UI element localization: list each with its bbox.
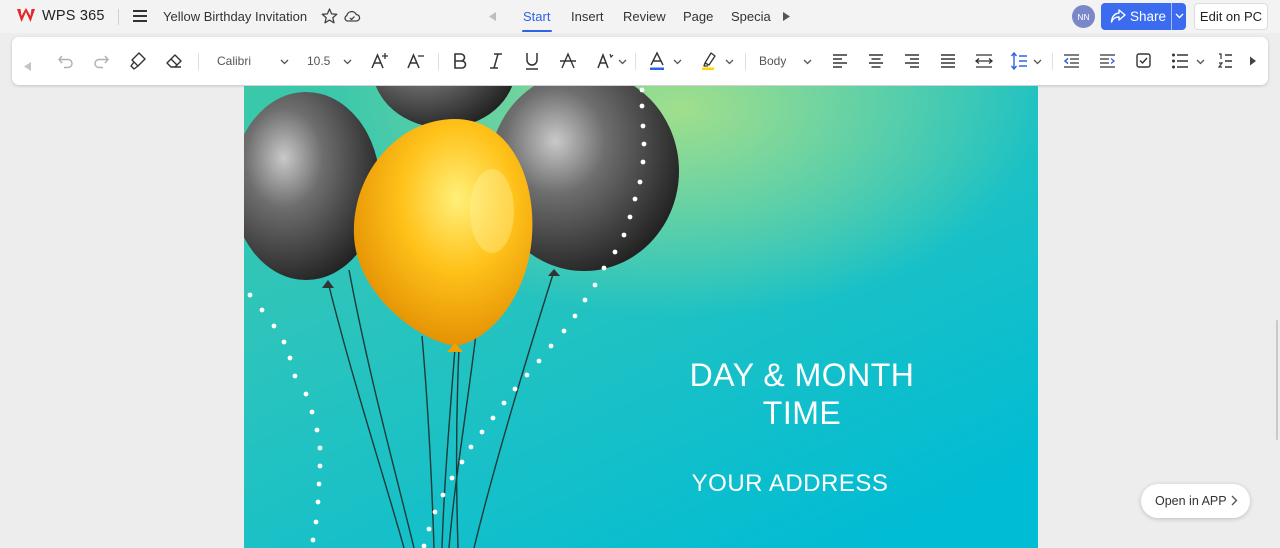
time-text: TIME [762,395,842,431]
open-in-app-button[interactable]: Open in APP [1141,484,1250,518]
share-dropdown[interactable] [1171,3,1186,30]
bullet-list-icon[interactable] [1171,51,1189,71]
avatar[interactable]: NN [1072,5,1095,28]
star-icon[interactable] [321,8,338,24]
numbered-list-icon[interactable] [1218,51,1232,71]
toolbar-scroll-right-icon[interactable] [1249,51,1257,71]
scroll-left-icon[interactable] [489,12,497,21]
tab-insert[interactable]: Insert [571,9,604,24]
align-center-icon[interactable] [868,51,884,71]
divider [1052,53,1053,70]
date-text: DAY & MONTH [689,357,915,393]
cloud-sync-icon[interactable] [343,8,361,24]
italic-icon[interactable] [488,51,504,71]
chevron-down-icon[interactable] [343,59,352,65]
text-effect-icon[interactable] [596,51,614,71]
chevron-down-icon[interactable] [673,59,682,65]
chevron-down-icon[interactable] [1196,59,1205,65]
share-icon [1110,9,1126,23]
format-painter-icon[interactable] [129,51,147,71]
chevron-down-icon[interactable] [1033,59,1042,65]
chevron-down-icon[interactable] [280,59,289,65]
underline-icon[interactable] [524,51,540,71]
divider [198,53,199,70]
align-left-icon[interactable] [832,51,848,71]
font-name-select[interactable]: Calibri [217,54,251,68]
justify-icon[interactable] [940,51,956,71]
app-logo[interactable]: WPS 365 [16,7,105,24]
distributed-icon[interactable] [975,51,993,71]
align-right-icon[interactable] [904,51,920,71]
redo-icon[interactable] [92,51,110,71]
invitation-date-time[interactable]: DAY & MONTH TIME [664,356,940,432]
bold-icon[interactable] [452,51,468,71]
menu-icon[interactable] [133,10,147,22]
tab-special[interactable]: Specia [731,9,771,24]
tab-page[interactable]: Page [683,9,713,24]
strikethrough-icon[interactable] [559,51,577,71]
eraser-icon[interactable] [165,51,183,71]
app-name: WPS 365 [42,7,105,24]
share-label: Share [1130,9,1167,24]
chevron-down-icon [1175,13,1184,19]
paragraph-style-select[interactable]: Body [759,54,786,68]
document-page[interactable]: DAY & MONTH TIME YOUR ADDRESS [244,86,1038,548]
decrease-font-icon[interactable] [406,51,426,71]
font-size-select[interactable]: 10.5 [307,54,330,68]
edit-on-pc-button[interactable]: Edit on PC [1194,3,1268,30]
scrollbar[interactable] [1276,320,1278,440]
increase-font-icon[interactable] [370,51,390,71]
undo-icon[interactable] [57,51,75,71]
open-in-app-label: Open in APP [1155,494,1227,508]
wps-logo-icon [17,8,35,22]
line-spacing-icon[interactable] [1010,51,1028,71]
tab-start[interactable]: Start [523,9,550,24]
increase-indent-icon[interactable] [1099,51,1116,71]
chevron-down-icon[interactable] [803,59,812,65]
divider [635,53,636,70]
divider [438,53,439,70]
divider [118,9,119,25]
formatting-toolbar: Calibri 10.5 Body [12,37,1268,85]
document-title[interactable]: Yellow Birthday Invitation [163,9,307,24]
top-bar: WPS 365 Yellow Birthday Invitation Start… [0,0,1280,33]
address-text[interactable]: YOUR ADDRESS [654,470,926,498]
chevron-right-icon [1231,495,1238,506]
collapse-left-icon[interactable] [24,51,32,71]
decrease-indent-icon[interactable] [1063,51,1080,71]
scroll-right-icon[interactable] [783,12,791,21]
share-button[interactable]: Share [1101,3,1186,30]
chevron-down-icon[interactable] [725,59,734,65]
chevron-down-icon[interactable] [618,59,627,65]
checkbox-icon[interactable] [1135,51,1152,71]
highlight-icon[interactable] [700,51,718,71]
divider [745,53,746,70]
font-color-icon[interactable] [648,51,666,71]
tab-review[interactable]: Review [623,9,666,24]
active-tab-indicator [522,30,552,32]
